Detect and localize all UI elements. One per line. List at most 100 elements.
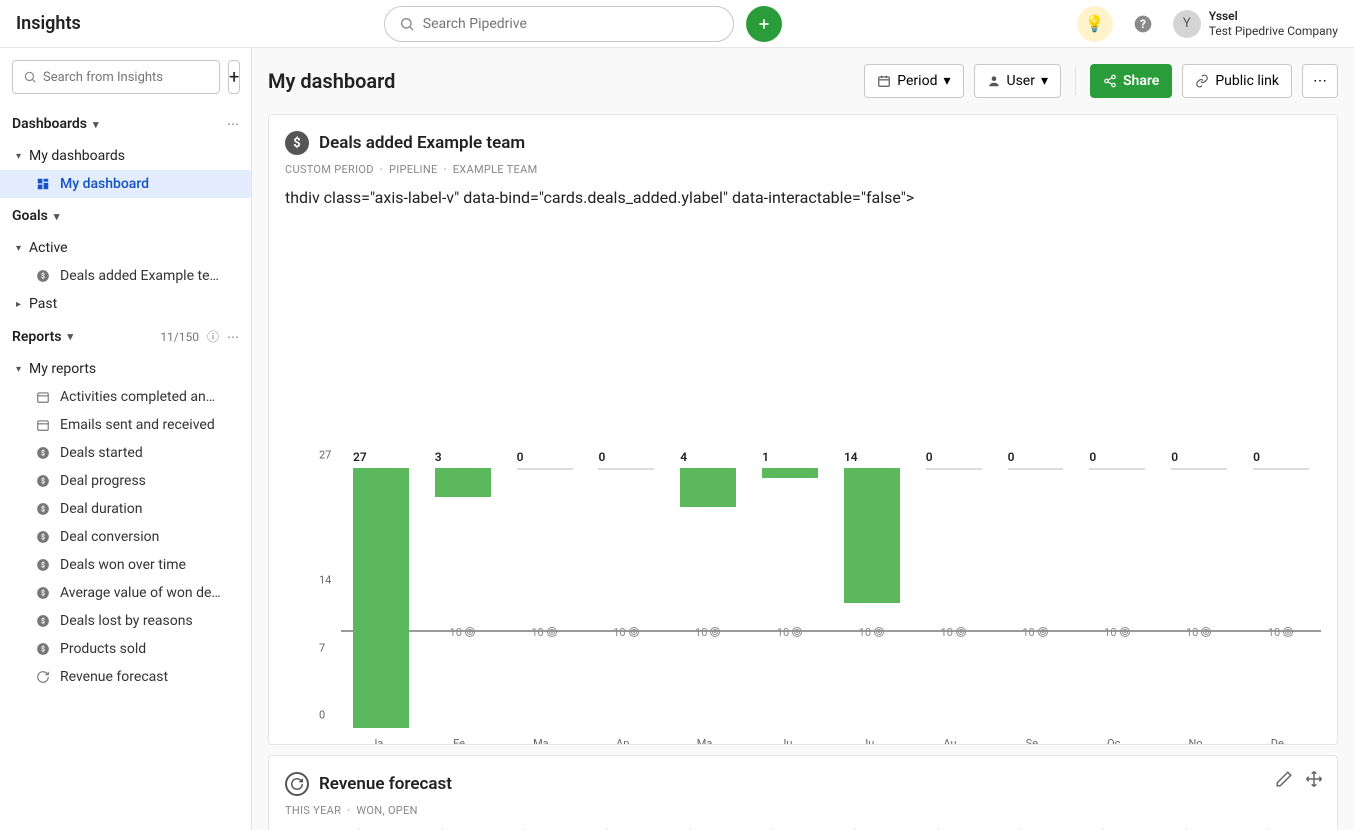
content: My dashboard Period ▾ User ▾ xyxy=(252,48,1354,830)
sidebar-item-report[interactable]: $ Average value of won de… xyxy=(0,579,251,607)
user-icon xyxy=(987,74,1001,88)
sidebar-item-label: Revenue forecast xyxy=(60,669,239,685)
svg-text:$: $ xyxy=(41,505,45,513)
card-title: Deals added Example team xyxy=(319,133,525,153)
sidebar-item-report[interactable]: $ Deals lost by reasons xyxy=(0,607,251,635)
more-actions-button[interactable]: ⋯ xyxy=(1302,64,1338,98)
share-icon xyxy=(1103,74,1117,88)
sidebar-item-report[interactable]: $ Products sold xyxy=(0,635,251,663)
svg-text:$: $ xyxy=(41,589,45,597)
more-icon: ⋯ xyxy=(1313,73,1327,89)
sidebar-item-label: Average value of won de… xyxy=(60,585,239,601)
chevron-down-icon: ▾ xyxy=(16,364,21,375)
sidebar-item-goals-past[interactable]: ▸ Past xyxy=(0,290,251,318)
calendar-icon xyxy=(877,74,891,88)
sidebar-item-my-dashboards[interactable]: ▾ My dashboards xyxy=(0,142,251,170)
dollar-icon: $ xyxy=(36,446,52,460)
top-bar: Insights 💡 ? Y Yssel Test Pipedrive Comp… xyxy=(0,0,1354,48)
dollar-icon: $ xyxy=(36,614,52,628)
global-search-input[interactable] xyxy=(423,16,719,32)
dollar-icon: $ xyxy=(36,474,52,488)
move-icon[interactable] xyxy=(1305,770,1323,788)
svg-text:$: $ xyxy=(41,645,45,653)
calendar-icon xyxy=(36,390,52,404)
sidebar-item-report[interactable]: Activities completed an… xyxy=(0,383,251,411)
refresh-icon xyxy=(285,772,309,796)
refresh-icon xyxy=(36,670,52,684)
public-link-button[interactable]: Public link xyxy=(1182,64,1292,98)
section-dashboards-label: Dashboards xyxy=(12,116,87,132)
dollar-icon: $ xyxy=(36,530,52,544)
info-icon[interactable]: ⓘ xyxy=(207,328,219,345)
sidebar-item-report[interactable]: Emails sent and received xyxy=(0,411,251,439)
user-menu[interactable]: Y Yssel Test Pipedrive Company xyxy=(1173,9,1338,38)
section-goals[interactable]: Goals ▾ xyxy=(0,198,251,234)
dollar-icon: $ xyxy=(36,502,52,516)
period-filter-button[interactable]: Period ▾ xyxy=(864,64,963,98)
card-deals-added[interactable]: $ Deals added Example team CUSTOM PERIOD… xyxy=(268,114,1338,745)
chevron-down-icon: ▾ xyxy=(54,210,60,223)
user-company: Test Pipedrive Company xyxy=(1209,24,1338,38)
sidebar-item-goal-deals-added[interactable]: $ Deals added Example te… xyxy=(0,262,251,290)
sidebar-item-report[interactable]: Revenue forecast xyxy=(0,663,251,691)
sidebar-add-button[interactable]: + xyxy=(228,60,240,94)
sidebar-item-label: Activities completed an… xyxy=(60,389,239,405)
section-dashboards[interactable]: Dashboards ▾ ⋯ xyxy=(0,106,251,142)
sidebar-item-my-reports[interactable]: ▾ My reports xyxy=(0,355,251,383)
sidebar-item-goals-active[interactable]: ▾ Active xyxy=(0,234,251,262)
svg-text:$: $ xyxy=(41,477,45,485)
help-icon: ? xyxy=(1133,14,1153,34)
search-icon xyxy=(23,70,37,84)
sidebar-item-report[interactable]: $Deal progress xyxy=(0,467,251,495)
section-goals-label: Goals xyxy=(12,208,48,224)
sidebar-item-my-dashboard[interactable]: My dashboard xyxy=(0,170,251,198)
share-button[interactable]: Share xyxy=(1090,64,1172,98)
sidebar-item-label: Products sold xyxy=(60,641,239,657)
svg-text:$: $ xyxy=(41,561,45,569)
svg-text:$: $ xyxy=(41,617,45,625)
sidebar-item-label: Emails sent and received xyxy=(60,417,239,433)
card-revenue-forecast[interactable]: Revenue forecast THIS YEARWON, OPEN $0.0… xyxy=(268,755,1338,830)
dashboard-icon xyxy=(36,177,52,191)
card-title: Revenue forecast xyxy=(319,774,452,794)
global-add-button[interactable] xyxy=(746,6,782,42)
sidebar-item-report[interactable]: $ Deals started xyxy=(0,439,251,467)
section-reports[interactable]: Reports ▾ 11/150 ⓘ ⋯ xyxy=(0,318,251,355)
sidebar-item-report[interactable]: $Deals won over time xyxy=(0,551,251,579)
search-icon xyxy=(399,16,415,32)
sidebar-item-label: Deals started xyxy=(60,445,239,461)
chevron-down-icon: ▾ xyxy=(93,118,99,131)
svg-text:$: $ xyxy=(41,533,45,541)
sidebar-item-report[interactable]: $ Deal conversion xyxy=(0,523,251,551)
section-reports-label: Reports xyxy=(12,329,62,345)
more-icon[interactable]: ⋯ xyxy=(227,117,239,131)
sidebar-item-label: Deal conversion xyxy=(60,529,239,545)
svg-text:$: $ xyxy=(41,449,45,457)
avatar: Y xyxy=(1173,10,1201,38)
tips-button[interactable]: 💡 xyxy=(1077,6,1113,42)
card-subtitle: CUSTOM PERIODPIPELINEEXAMPLE TEAM xyxy=(285,163,1321,176)
deals-added-chart: thdiv class="axis-label-v" data-bind="ca… xyxy=(285,188,1321,468)
sidebar-search[interactable] xyxy=(12,60,220,94)
svg-text:?: ? xyxy=(1140,17,1146,31)
edit-icon[interactable] xyxy=(1275,770,1293,788)
user-filter-button[interactable]: User ▾ xyxy=(974,64,1062,98)
chevron-down-icon: ▾ xyxy=(1041,73,1048,89)
reports-count: 11/150 xyxy=(160,330,199,344)
link-icon xyxy=(1195,74,1209,88)
sidebar: + Dashboards ▾ ⋯ ▾ My dashboards My dash… xyxy=(0,48,252,830)
user-name: Yssel xyxy=(1209,9,1338,23)
sidebar-item-report[interactable]: $ Deal duration xyxy=(0,495,251,523)
sidebar-item-label: Deal duration xyxy=(60,501,239,517)
global-search[interactable] xyxy=(384,6,734,42)
sidebar-item-label: Deals lost by reasons xyxy=(60,613,239,629)
calendar-icon xyxy=(36,418,52,432)
lightbulb-icon: 💡 xyxy=(1085,14,1105,33)
dollar-icon: $ xyxy=(36,642,52,656)
dollar-icon: $ xyxy=(36,586,52,600)
svg-text:$: $ xyxy=(41,272,45,280)
sidebar-search-input[interactable] xyxy=(43,70,209,85)
content-header: My dashboard Period ▾ User ▾ xyxy=(268,64,1338,98)
help-button[interactable]: ? xyxy=(1125,6,1161,42)
more-icon[interactable]: ⋯ xyxy=(227,330,239,344)
